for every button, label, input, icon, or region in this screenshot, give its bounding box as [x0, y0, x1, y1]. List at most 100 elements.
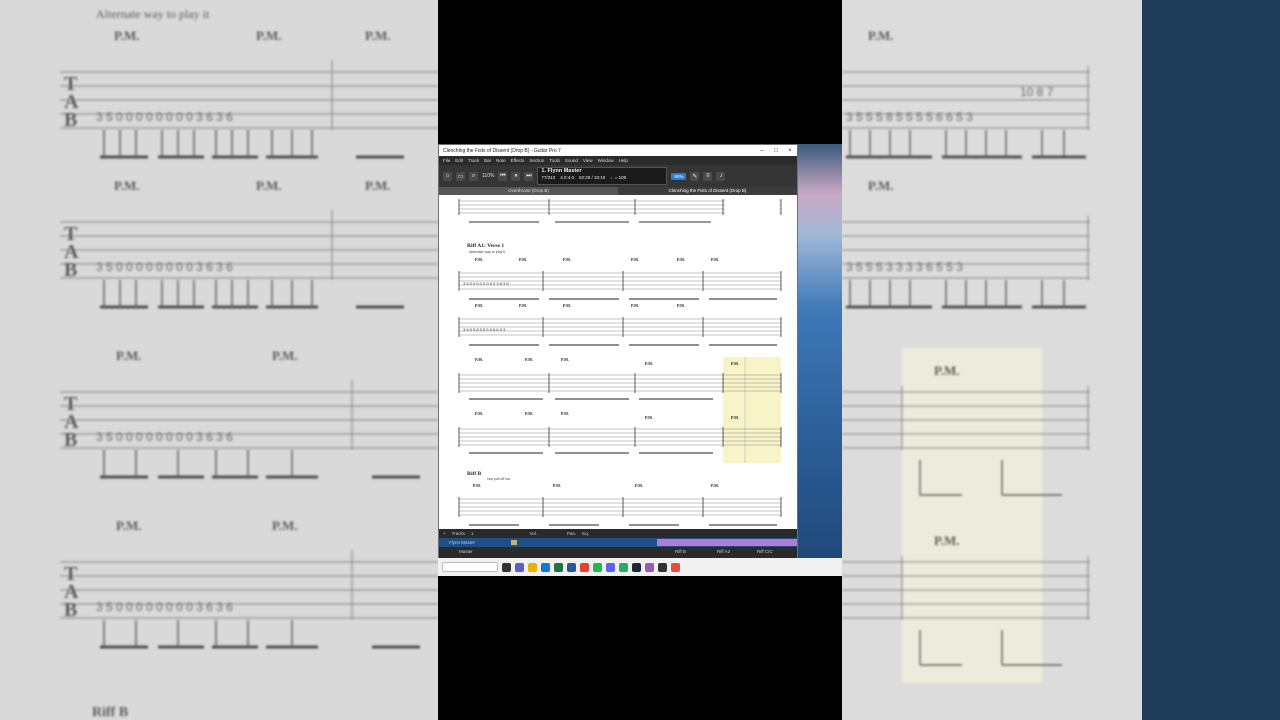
page-view-icon[interactable]: ▭	[456, 171, 465, 181]
svg-text:3 5 5 5 3 3 3 3 6 5 5 3: 3 5 5 5 3 3 3 3 6 5 5 3	[846, 260, 963, 274]
track-row-master: Master Riff B Riff A2 Riff C/C'	[439, 547, 797, 556]
menu-bar-item[interactable]: Bar	[484, 158, 491, 163]
video-frame: Alternate way to play it P.M. P.M. P.M. …	[0, 0, 1280, 720]
marker-riff-a2[interactable]: Riff A2	[717, 549, 730, 554]
title-bar: Clenching the Fists of Dissent (Drop B) …	[439, 145, 797, 156]
next-icon[interactable]: ⏭	[524, 171, 534, 181]
mixer-icon[interactable]: ≡	[703, 171, 713, 181]
edge-icon[interactable]	[541, 562, 550, 572]
menu-note[interactable]: Note	[496, 158, 506, 163]
task-view-icon[interactable]	[502, 562, 511, 572]
svg-text:P.M.: P.M.	[256, 178, 282, 193]
svg-text:P.M.: P.M.	[731, 361, 739, 366]
menu-section[interactable]: Section	[529, 158, 544, 163]
vol-header: Vol.	[529, 531, 538, 536]
svg-text:P.M.: P.M.	[645, 415, 653, 420]
lcd-tempo: ♩= 108	[610, 174, 627, 180]
close-button[interactable]: ×	[783, 148, 797, 154]
r-app-icon[interactable]	[658, 562, 667, 572]
menu-effects[interactable]: Effects	[511, 158, 525, 163]
menu-view[interactable]: View	[583, 158, 593, 163]
svg-text:P.M.: P.M.	[519, 303, 527, 308]
excel-icon[interactable]	[554, 562, 563, 572]
lcd-time: 02:28 / 10:10	[578, 174, 606, 180]
file-explorer-icon[interactable]	[528, 562, 537, 572]
minimize-button[interactable]: –	[755, 148, 769, 154]
svg-text:P.M.: P.M.	[711, 257, 719, 262]
svg-text:3 5 0 0 0 0 0 0 0 0 3 6: 3 5 0 0 0 0 0 0 0 0 3 6 3 6	[96, 600, 233, 614]
marker-riff-c[interactable]: Riff C/C'	[757, 549, 774, 554]
track-row-flynn[interactable]: Flynn Master	[439, 538, 797, 547]
menu-window[interactable]: Window	[598, 158, 614, 163]
track-timeline-bar[interactable]	[657, 539, 797, 546]
svg-text:P.M.: P.M.	[475, 357, 483, 362]
svg-text:P.M.: P.M.	[116, 348, 142, 363]
lcd-display: 1. Flynn Master 77/313 4.0:4.0 02:28 / 1…	[537, 167, 668, 185]
taskbar-search-box[interactable]	[442, 562, 498, 572]
svg-text:P.M.: P.M.	[868, 28, 894, 43]
svg-text:P.M.: P.M.	[272, 348, 298, 363]
svg-text:P.M.: P.M.	[475, 411, 483, 416]
tab-numbers-system-2: 3 5 5 5 8 5 5 5 5 6 6 5 3	[463, 327, 506, 332]
menu-sound[interactable]: Sound	[565, 158, 578, 163]
svg-text:P.M.: P.M.	[631, 303, 639, 308]
left-tab-staffs: Alternate way to play it P.M. P.M. P.M. …	[60, 7, 438, 720]
word-icon[interactable]	[567, 562, 576, 572]
svg-text:P.M.: P.M.	[553, 483, 561, 488]
window-title: Clenching the Fists of Dissent (Drop B) …	[443, 147, 561, 154]
svg-text:P.M.: P.M.	[525, 411, 533, 416]
teams-icon[interactable]	[515, 562, 524, 572]
guitar-pro-window: Clenching the Fists of Dissent (Drop B) …	[438, 144, 798, 558]
steam-icon[interactable]	[632, 562, 641, 572]
svg-text:B: B	[64, 259, 77, 281]
svg-text:P.M.: P.M.	[114, 178, 140, 193]
svg-text:P.M.: P.M.	[677, 257, 685, 262]
home-icon[interactable]: ⌂	[443, 171, 452, 181]
svg-text:P.M.: P.M.	[365, 28, 391, 43]
add-track-button[interactable]: +	[443, 531, 446, 536]
maximize-button[interactable]: □	[769, 148, 783, 154]
green-app-icon[interactable]	[619, 562, 628, 572]
view-zoom-button[interactable]: 80%	[671, 172, 687, 180]
tool-icon[interactable]: ✎	[690, 171, 700, 181]
red-app-icon[interactable]	[671, 562, 680, 572]
marker-riff-b[interactable]: Riff B	[675, 549, 686, 554]
spotify-icon[interactable]	[593, 562, 602, 572]
master-track-label: Master	[459, 549, 473, 554]
track-name[interactable]: Flynn Master	[449, 540, 475, 545]
left-title: Alternate way to play it	[96, 7, 210, 21]
purple-app-icon[interactable]	[645, 562, 654, 572]
svg-text:P.M.: P.M.	[645, 361, 653, 366]
menu-track[interactable]: Track	[468, 158, 479, 163]
svg-text:P.M.: P.M.	[635, 483, 643, 488]
track-panel: + Tracks 1 Vol. Pan. Eq. Flynn Master Ma…	[439, 529, 797, 558]
tuner-icon[interactable]: ♪	[716, 171, 726, 181]
tab-overthrone[interactable]: Overthrone (Drop B)	[439, 187, 618, 195]
menu-help[interactable]: Help	[619, 158, 628, 163]
discord-icon[interactable]	[606, 562, 615, 572]
svg-text:10 8 7: 10 8 7	[1020, 85, 1054, 99]
svg-text:P.M.: P.M.	[365, 178, 391, 193]
right-tab-staffs: P.M. P.M. P.M. P.M. 3 5 5 5 8 5 5 5 5 6 …	[842, 28, 1090, 683]
tab-clenching[interactable]: Clenching the Fists of Dissent (Drop B)	[618, 187, 797, 195]
menu-file[interactable]: File	[443, 158, 450, 163]
svg-text:P.M.: P.M.	[677, 303, 685, 308]
pause-icon[interactable]: ⏸	[511, 171, 521, 181]
menu-edit[interactable]: Edit	[455, 158, 463, 163]
toolbar: ⌂ ▭ ⌕ 110% ⏮ ⏸ ⏭ 1. Flynn Master 77/313 …	[439, 165, 797, 187]
svg-text:P.M.: P.M.	[561, 357, 569, 362]
menu-tools[interactable]: Tools	[549, 158, 560, 163]
svg-text:3 5 0 0 0 0 0 0 0 0 3 6: 3 5 0 0 0 0 0 0 0 0 3 6 3 6	[96, 110, 233, 124]
desktop-wallpaper	[798, 144, 842, 558]
svg-text:P.M.: P.M.	[256, 28, 282, 43]
playback-highlight	[723, 357, 781, 463]
svg-text:3 5 0 0 0 0 0 0 0 0 3 6: 3 5 0 0 0 0 0 0 0 0 3 6 3 6	[96, 430, 233, 444]
svg-text:Riff B: Riff B	[92, 705, 128, 720]
svg-text:P.M.: P.M.	[475, 303, 483, 308]
zoom-icon[interactable]: ⌕	[469, 171, 478, 181]
zoom-level[interactable]: 110%	[482, 173, 494, 179]
svg-text:3 5 0 0 0 0 0 0 0 0 3 6: 3 5 0 0 0 0 0 0 0 0 3 6 3 6	[96, 260, 233, 274]
rewind-icon[interactable]: ⏮	[498, 171, 508, 181]
score-page[interactable]: Riff A1: Verse 1 Alternate way to play i…	[439, 195, 797, 529]
chrome-icon[interactable]	[580, 562, 589, 572]
